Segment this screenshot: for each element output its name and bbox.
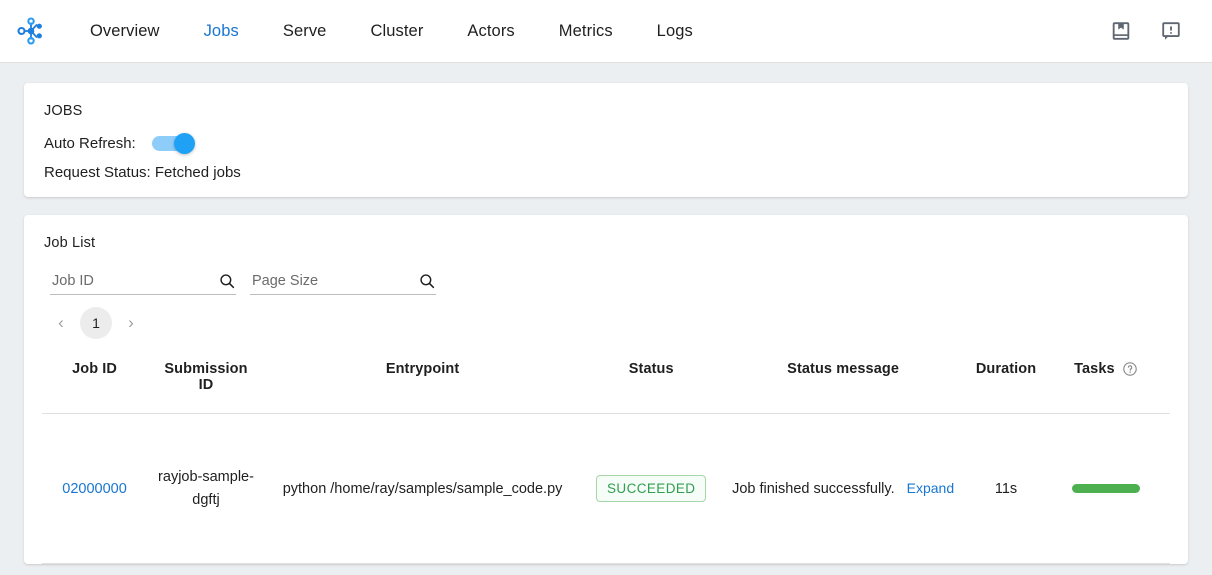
chevron-right-icon[interactable]: › <box>116 308 146 338</box>
page-size-input[interactable] <box>250 273 436 289</box>
status-message-text: Job finished successfully. <box>732 481 895 497</box>
search-icon[interactable] <box>218 272 236 290</box>
nav-link-cluster[interactable]: Cluster <box>348 0 445 63</box>
job-list-filters <box>50 273 1170 295</box>
nav-link-serve[interactable]: Serve <box>261 0 349 63</box>
jobs-table: Job ID Submission ID Entrypoint Status S… <box>42 353 1170 564</box>
page-body: JOBS Auto Refresh: Request Status: Fetch… <box>0 63 1212 564</box>
cell-actions: Log Stack Trace (Driver) CPU Flame Graph… <box>1164 414 1170 564</box>
tasks-header-inner: Tasks <box>1074 361 1138 377</box>
help-circle-icon-svg <box>1122 361 1138 377</box>
search-icon-svg <box>218 272 236 290</box>
cell-submission-id: rayjob-sample-dgftj <box>147 414 265 564</box>
job-id-link[interactable]: 02000000 <box>62 481 127 497</box>
column-header-status-message[interactable]: Status message <box>722 353 964 414</box>
cell-tasks <box>1048 414 1164 564</box>
job-list-title: Job List <box>44 235 1170 251</box>
column-header-job-id[interactable]: Job ID <box>42 353 147 414</box>
cell-job-id: 02000000 <box>42 414 147 564</box>
ray-logo-icon[interactable] <box>14 14 48 48</box>
feedback-icon-svg <box>1160 20 1182 42</box>
help-circle-icon[interactable] <box>1122 361 1138 377</box>
request-status-text: Request Status: Fetched jobs <box>44 164 1170 181</box>
search-icon[interactable] <box>418 272 436 290</box>
feedback-icon[interactable] <box>1156 16 1186 46</box>
nav-link-jobs[interactable]: Jobs <box>182 0 261 63</box>
jobs-summary-card: JOBS Auto Refresh: Request Status: Fetch… <box>24 83 1188 197</box>
chevron-left-icon[interactable]: ‹ <box>46 308 76 338</box>
pagination-page-1[interactable]: 1 <box>80 307 112 339</box>
search-icon-svg <box>418 272 436 290</box>
toggle-knob <box>174 133 195 154</box>
column-header-tasks[interactable]: Tasks <box>1048 353 1164 414</box>
column-header-submission-id[interactable]: Submission ID <box>147 353 265 414</box>
nav-link-overview[interactable]: Overview <box>68 0 182 63</box>
save-book-icon-svg <box>1110 20 1132 42</box>
nav-link-actors[interactable]: Actors <box>445 0 536 63</box>
job-id-filter[interactable] <box>50 273 236 295</box>
auto-refresh-row: Auto Refresh: <box>44 133 1170 154</box>
column-header-duration[interactable]: Duration <box>964 353 1048 414</box>
auto-refresh-toggle[interactable] <box>152 133 198 154</box>
nav-right-actions <box>1106 16 1196 46</box>
cell-duration: 11s <box>964 414 1048 564</box>
job-id-input[interactable] <box>50 273 236 289</box>
cell-entrypoint: python /home/ray/samples/sample_code.py <box>265 414 580 564</box>
job-list-card: Job List <box>24 215 1188 564</box>
auto-refresh-label: Auto Refresh: <box>44 135 136 152</box>
jobs-card-title: JOBS <box>44 103 1170 119</box>
top-navigation-bar: Overview Jobs Serve Cluster Actors Metri… <box>0 0 1212 63</box>
nav-link-logs[interactable]: Logs <box>635 0 715 63</box>
cell-status: SUCCEEDED <box>580 414 722 564</box>
column-header-status[interactable]: Status <box>580 353 722 414</box>
nav-links: Overview Jobs Serve Cluster Actors Metri… <box>68 0 715 62</box>
table-row: 02000000 rayjob-sample-dgftj python /hom… <box>42 414 1170 564</box>
expand-status-message-link[interactable]: Expand <box>907 480 954 496</box>
cell-status-message: Job finished successfully. Expand <box>722 414 964 564</box>
column-header-entrypoint[interactable]: Entrypoint <box>265 353 580 414</box>
pagination: ‹ 1 › <box>46 307 1170 339</box>
nav-link-metrics[interactable]: Metrics <box>537 0 635 63</box>
tasks-progress-bar <box>1072 484 1140 493</box>
column-header-actions[interactable]: Actions <box>1164 353 1170 414</box>
page-size-filter[interactable] <box>250 273 436 295</box>
status-badge: SUCCEEDED <box>596 475 706 502</box>
tasks-header-label: Tasks <box>1074 361 1115 377</box>
save-book-icon[interactable] <box>1106 16 1136 46</box>
jobs-table-scroll[interactable]: Job ID Submission ID Entrypoint Status S… <box>42 353 1170 564</box>
jobs-table-header-row: Job ID Submission ID Entrypoint Status S… <box>42 353 1170 414</box>
ray-node-graph-logo-svg <box>16 16 46 46</box>
